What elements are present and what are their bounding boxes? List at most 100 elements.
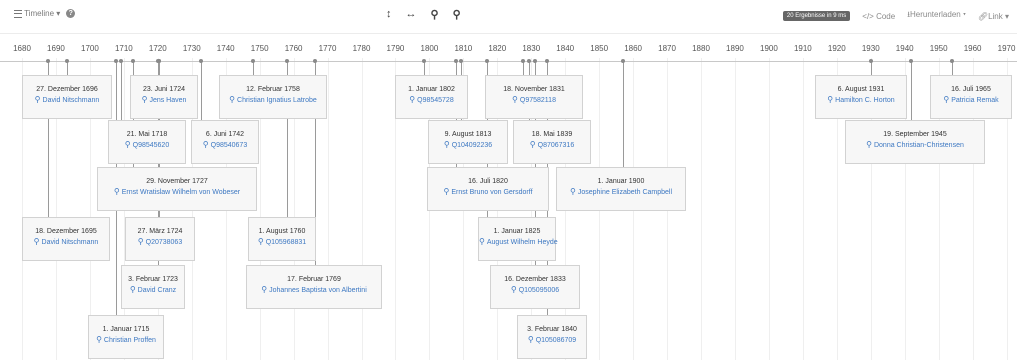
event-card[interactable]: 29. November 1727 ⚲ Ernst Wratislaw Wilhel… xyxy=(97,167,257,211)
event-card[interactable]: 18. Dezember 1695 ⚲ David Nitschmann xyxy=(22,217,110,261)
event-marker[interactable] xyxy=(459,59,463,63)
event-card[interactable]: 1. August 1760 ⚲ Q105968831 xyxy=(248,217,316,261)
event-card[interactable]: 1. Januar 1802 ⚲ Q98545728 xyxy=(395,75,468,119)
event-marker[interactable] xyxy=(485,59,489,63)
event-card[interactable]: 1. Januar 1900 ⚲ Josephine Elizabeth Campb… xyxy=(556,167,686,211)
event-marker[interactable] xyxy=(527,59,531,63)
event-link[interactable]: ⚲ Josephine Elizabeth Campbell xyxy=(557,187,685,198)
event-link[interactable]: ⚲ Q98545728 xyxy=(396,95,467,106)
event-link[interactable]: ⚲ Jens Haven xyxy=(131,95,197,106)
event-label: David Nitschmann xyxy=(41,239,99,246)
event-card[interactable]: 16. Juli 1820 ⚲ Ernst Bruno von Gersdorff xyxy=(427,167,549,211)
event-card[interactable]: 3. Februar 1723 ⚲ David Cranz xyxy=(121,265,185,309)
code-button[interactable]: </> Code xyxy=(862,12,895,21)
zoom-in-icon[interactable]: ⚲ xyxy=(453,8,461,21)
axis-year-label: 1880 xyxy=(692,44,710,53)
event-marker[interactable] xyxy=(65,59,69,63)
event-marker[interactable] xyxy=(114,59,118,63)
time-axis[interactable]: 1680 1690 1700 1710 1720 1730 1740 1750 1760 1770… xyxy=(0,44,1017,58)
vertical-expand-icon[interactable]: ↕ xyxy=(386,8,392,21)
event-marker[interactable] xyxy=(131,59,135,63)
grid-line xyxy=(361,58,363,360)
event-date: 27. Dezember 1696 xyxy=(36,86,98,93)
event-card[interactable]: 18. November 1831 ⚲ Q97582118 xyxy=(485,75,583,119)
search-icon: ⚲ xyxy=(443,187,450,196)
event-marker[interactable] xyxy=(909,59,913,63)
event-link[interactable]: ⚲ Q20738063 xyxy=(126,237,194,248)
search-icon: ⚲ xyxy=(202,140,209,149)
event-link[interactable]: ⚲ Hamilton C. Horton xyxy=(816,95,906,106)
event-marker[interactable] xyxy=(156,59,160,63)
event-date: 1. Januar 1825 xyxy=(493,228,541,235)
event-label: Q105086709 xyxy=(535,337,577,344)
search-icon: ⚲ xyxy=(827,95,834,104)
event-link[interactable]: ⚲ Johannes Baptista von Albertini xyxy=(247,285,381,296)
event-marker[interactable] xyxy=(454,59,458,63)
event-link[interactable]: ⚲ August Wilhelm Heyde xyxy=(479,237,558,248)
event-label: Ernst Wratislaw Wilhelm von Wobeser xyxy=(121,189,241,196)
link-button[interactable]: 🔗︎Link ▾ xyxy=(978,12,1009,21)
event-card[interactable]: 6. August 1931 ⚲ Hamilton C. Horton xyxy=(815,75,907,119)
axis-year-label: 1890 xyxy=(726,44,744,53)
download-label: Herunterladen xyxy=(910,10,961,19)
event-card[interactable]: 1. Januar 1715 ⚲ Christian Proffen xyxy=(88,315,164,359)
event-marker[interactable] xyxy=(285,59,289,63)
event-card[interactable]: 27. Dezember 1696 ⚲ David Nitschmann xyxy=(22,75,112,119)
event-link[interactable]: ⚲ Christian Ignatius Latrobe xyxy=(220,95,326,106)
event-marker[interactable] xyxy=(950,59,954,63)
event-card[interactable]: 18. Mai 1839 ⚲ Q87067316 xyxy=(513,120,591,164)
timeline-menu[interactable]: Timeline ▾ xyxy=(14,9,60,18)
event-link[interactable]: ⚲ Q98540673 xyxy=(192,140,258,151)
axis-year-label: 1960 xyxy=(963,44,982,53)
event-link[interactable]: ⚲ Patricia Remak xyxy=(931,95,1011,106)
event-link[interactable]: ⚲ Q97582118 xyxy=(486,95,582,106)
event-link[interactable]: ⚲ Q104092236 xyxy=(429,140,507,151)
download-button[interactable]: ⭳Herunterladen ▾ xyxy=(907,9,966,23)
event-card[interactable]: 3. Februar 1840 ⚲ Q105086709 xyxy=(517,315,587,359)
event-label: Q87067316 xyxy=(537,142,575,149)
event-date: 17. Februar 1769 xyxy=(287,276,341,283)
event-card[interactable]: 6. Juni 1742 ⚲ Q98540673 xyxy=(191,120,259,164)
help-icon[interactable]: ? xyxy=(66,9,76,18)
event-marker[interactable] xyxy=(46,59,50,63)
event-link[interactable]: ⚲ David Nitschmann xyxy=(23,95,111,106)
event-marker[interactable] xyxy=(422,59,426,63)
event-link[interactable]: ⚲ Q87067316 xyxy=(514,140,590,151)
event-link[interactable]: ⚲ Ernst Bruno von Gersdorff xyxy=(428,187,548,198)
event-link[interactable]: ⚲ Ernst Wratislaw Wilhelm von Wobeser xyxy=(98,187,256,198)
axis-year-label: 1950 xyxy=(929,44,948,53)
event-card[interactable]: 1. Januar 1825 ⚲ August Wilhelm Heyde xyxy=(478,217,558,261)
event-stem xyxy=(952,61,953,75)
event-link[interactable]: ⚲ Q105095006 xyxy=(491,285,579,296)
event-card[interactable]: 21. Mai 1718 ⚲ Q98545620 xyxy=(108,120,186,164)
event-marker[interactable] xyxy=(313,59,317,63)
zoom-out-icon[interactable]: ⚲ xyxy=(431,8,439,21)
event-card[interactable]: 16. Dezember 1833 ⚲ Q105095006 xyxy=(490,265,580,309)
event-link[interactable]: ⚲ Christian Proffen xyxy=(89,335,163,346)
event-marker[interactable] xyxy=(521,59,525,63)
event-link[interactable]: ⚲ David Nitschmann xyxy=(23,237,109,248)
event-card[interactable]: 16. Juli 1965 ⚲ Patricia Remak xyxy=(930,75,1012,119)
event-link[interactable]: ⚲ Q105086709 xyxy=(518,335,586,346)
event-marker[interactable] xyxy=(869,59,873,63)
horizontal-expand-icon[interactable]: ↔ xyxy=(406,8,417,21)
event-marker[interactable] xyxy=(533,59,537,63)
event-card[interactable]: 27. März 1724 ⚲ Q20738063 xyxy=(125,217,195,261)
event-marker[interactable] xyxy=(621,59,625,63)
event-marker[interactable] xyxy=(119,59,123,63)
axis-year-label: 1790 xyxy=(386,44,405,53)
event-link[interactable]: ⚲ Q98545620 xyxy=(109,140,185,151)
axis-year-label: 1700 xyxy=(80,44,99,53)
event-card[interactable]: 12. Februar 1758 ⚲ Christian Ignatius Latr… xyxy=(219,75,327,119)
event-card[interactable]: 23. Juni 1724 ⚲ Jens Haven xyxy=(130,75,198,119)
event-link[interactable]: ⚲ David Cranz xyxy=(122,285,184,296)
event-link[interactable]: ⚲ Q105968831 xyxy=(249,237,315,248)
event-card[interactable]: 17. Februar 1769 ⚲ Johannes Baptista von A… xyxy=(246,265,382,309)
event-marker[interactable] xyxy=(199,59,203,63)
event-marker[interactable] xyxy=(251,59,255,63)
event-link[interactable]: ⚲ Donna Christian-Christensen xyxy=(846,140,984,151)
event-label: Patricia Remak xyxy=(951,97,999,104)
event-card[interactable]: 19. September 1945 ⚲ Donna Christian-Chris… xyxy=(845,120,985,164)
event-card[interactable]: 9. August 1813 ⚲ Q104092236 xyxy=(428,120,508,164)
event-marker[interactable] xyxy=(545,59,549,63)
